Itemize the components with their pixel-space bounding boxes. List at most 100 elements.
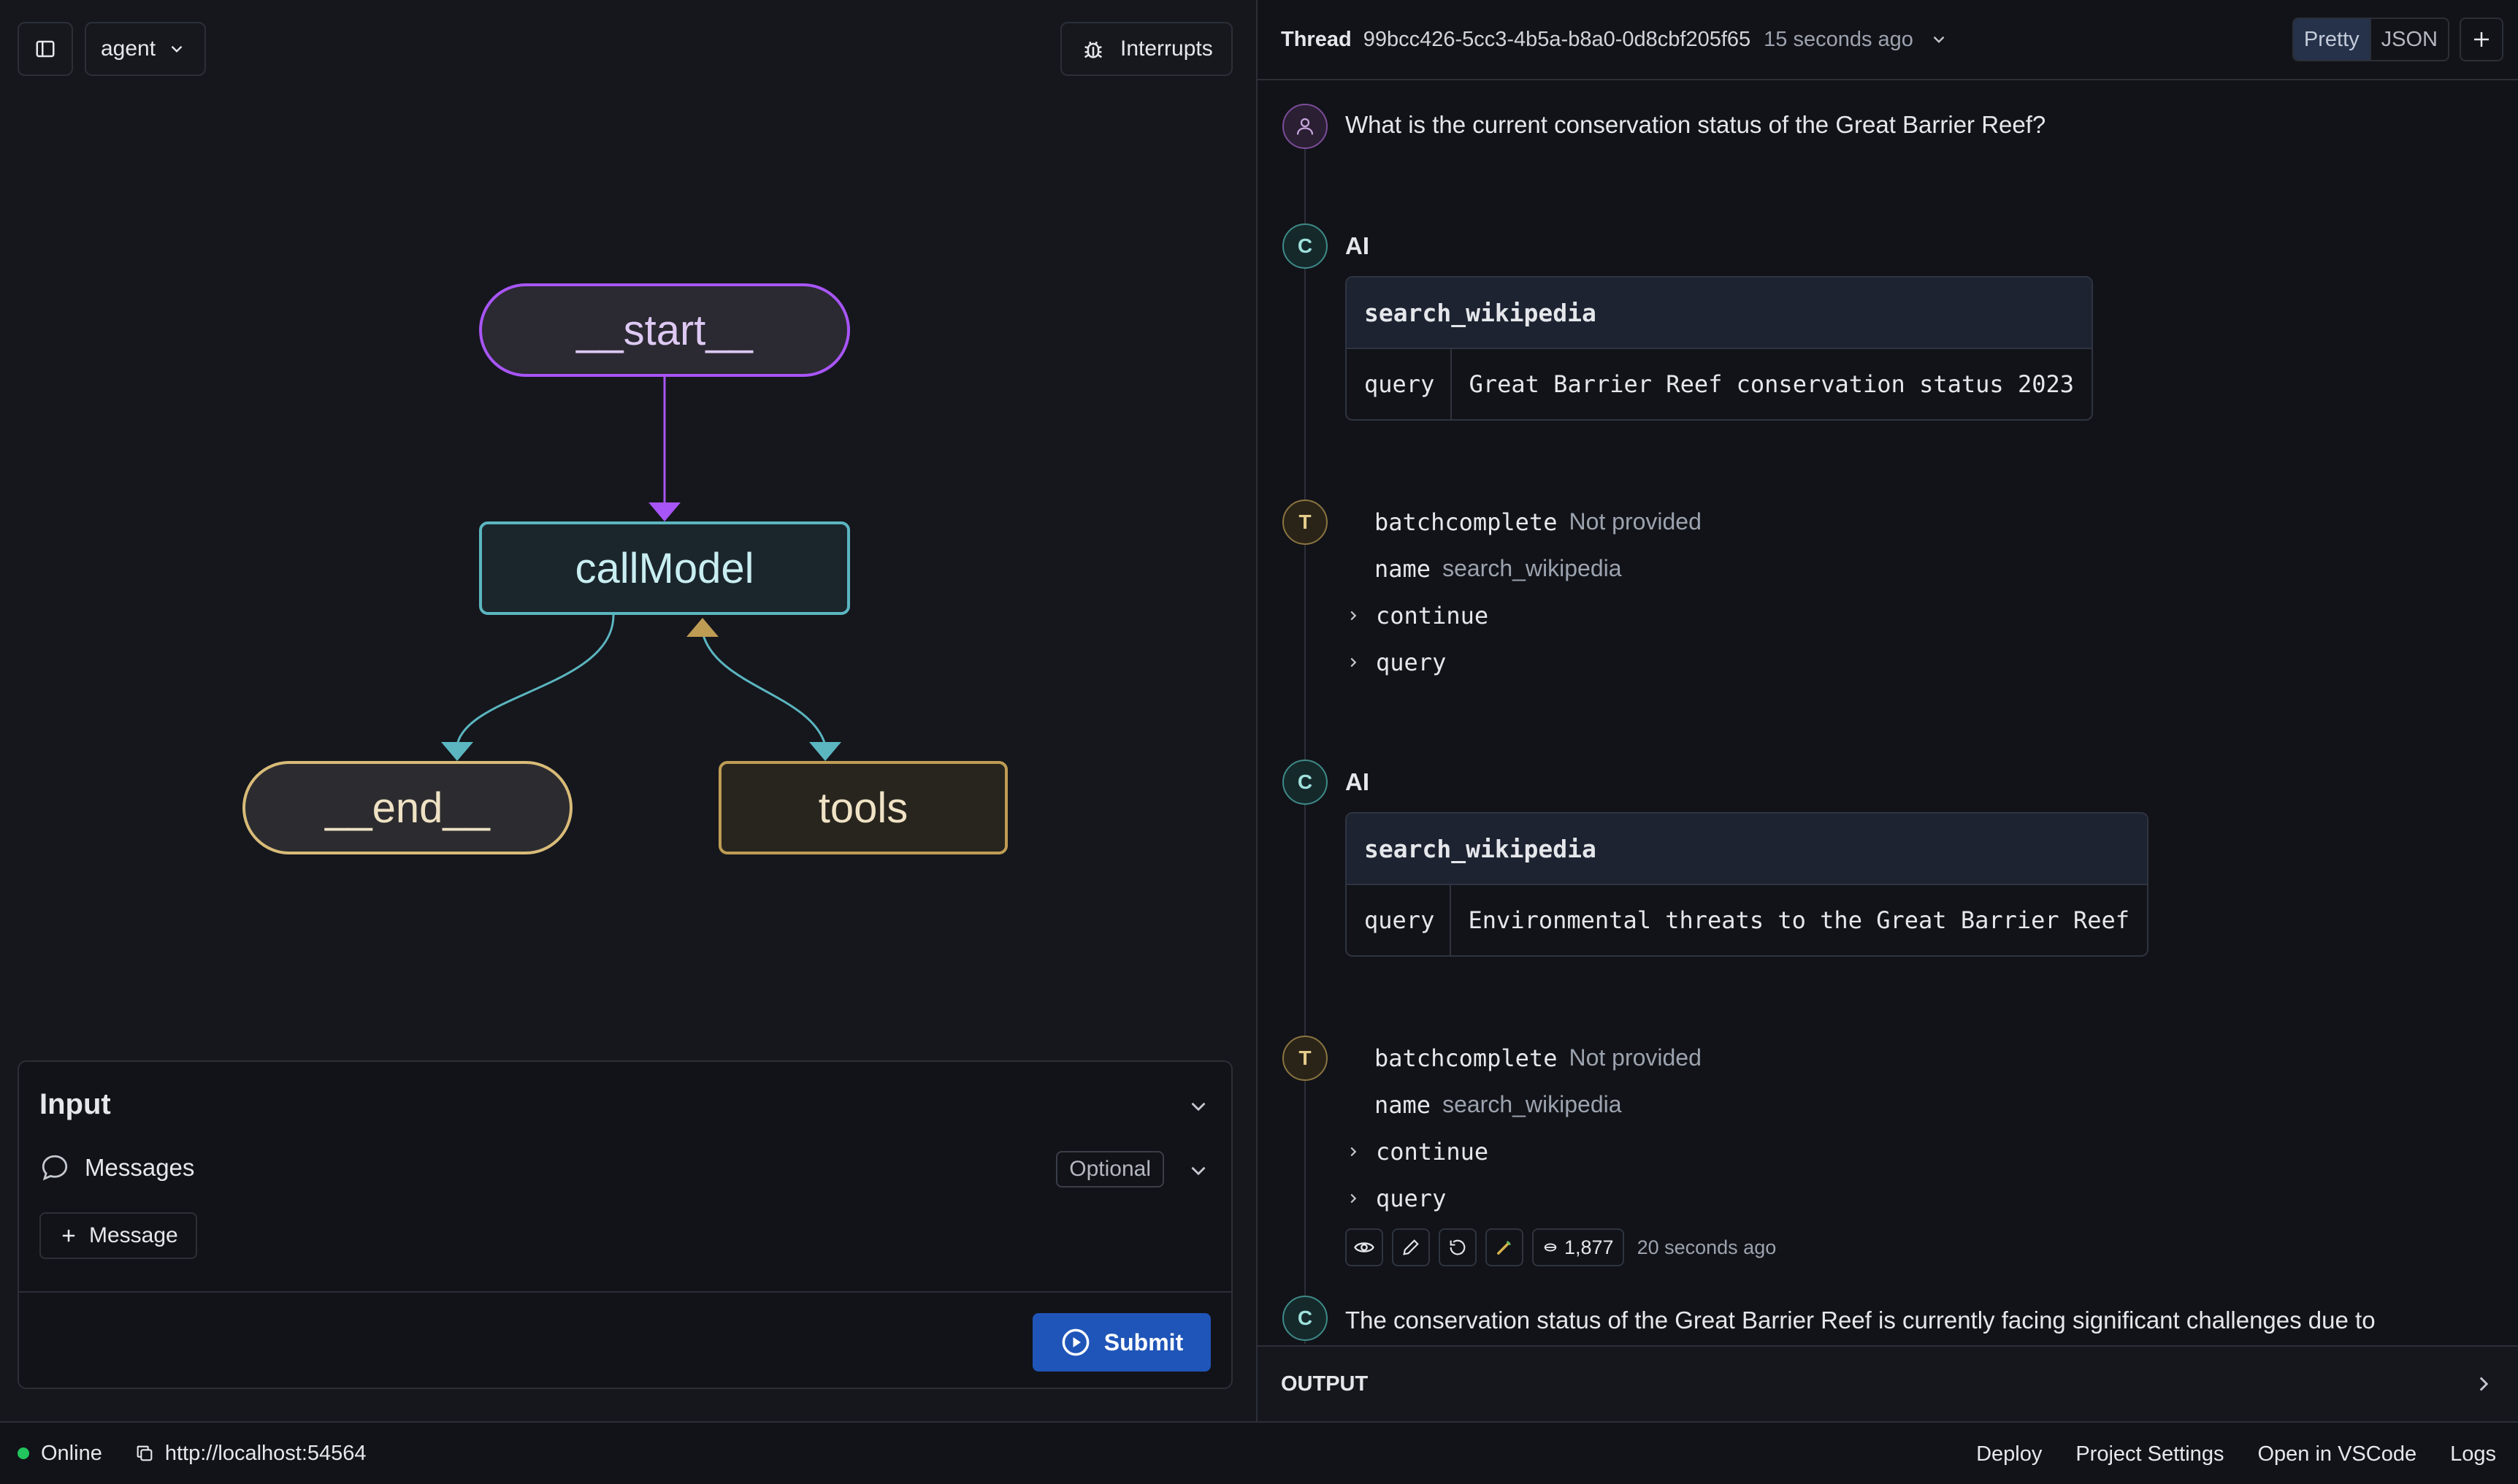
tool-call-card: search_wikipedia query Environmental thr… (1345, 812, 2148, 957)
ai-avatar: C (1282, 223, 1328, 269)
bug-icon (1084, 42, 1103, 58)
add-message-button[interactable]: Message (39, 1212, 197, 1259)
footer-links: Deploy Project Settings Open in VSCode L… (1976, 1423, 2496, 1484)
user-icon (1296, 118, 1314, 135)
expand-query[interactable]: query (1345, 649, 1446, 676)
tool-call-arg-value: Great Barrier Reef conservation status 2… (1469, 370, 2074, 398)
field-value: Not provided (1569, 1044, 1702, 1071)
sidebar-icon (36, 40, 55, 58)
timeline-line (1304, 146, 1306, 1344)
expand-query[interactable]: query (1345, 1185, 1446, 1212)
field-key: query (1376, 649, 1447, 676)
ai-final-answer: The conservation status of the Great Bar… (1345, 1307, 2376, 1334)
toggle-sidebar-button[interactable] (18, 22, 73, 76)
messages-label: Messages (85, 1154, 195, 1181)
project-settings-link[interactable]: Project Settings (2075, 1442, 2224, 1466)
edge-start-callmodel-arrow (648, 502, 681, 521)
server-url[interactable]: http://localhost:54564 (134, 1442, 367, 1466)
connection-status: Online (41, 1441, 102, 1465)
ai-avatar: C (1282, 1296, 1328, 1341)
refresh-icon (1450, 1239, 1466, 1255)
deploy-link[interactable]: Deploy (1976, 1442, 2042, 1466)
token-count-badge: 1,877 (1532, 1228, 1624, 1266)
server-url-label: http://localhost:54564 (164, 1441, 367, 1465)
thread-timestamp: 15 seconds ago (1764, 27, 1913, 51)
edge-callmodel-tools-arrow (809, 742, 841, 761)
graph-pane: agent Interrupts __start__ callModel __e… (0, 0, 1256, 1421)
field-value: search_wikipedia (1442, 555, 1622, 581)
rerun-button[interactable] (1439, 1228, 1477, 1266)
agent-select-label: agent (101, 37, 156, 61)
input-title: Input (39, 1088, 111, 1120)
graph-node-callmodel[interactable]: callModel (479, 521, 850, 615)
coins-icon (1544, 1243, 1557, 1252)
ai-avatar: C (1282, 760, 1328, 805)
debug-button[interactable] (1485, 1228, 1523, 1266)
chevron-right-icon (2479, 1377, 2489, 1391)
thread-id[interactable]: 99bcc426-5cc3-4b5a-b8a0-0d8cbf205f65 (1363, 28, 1750, 52)
plus-icon (2474, 32, 2489, 47)
view-button[interactable] (1345, 1228, 1383, 1266)
output-panel-toggle[interactable]: OUTPUT (1258, 1345, 2518, 1421)
agent-graph: __start__ callModel __end__ tools (0, 219, 1256, 876)
view-json-tab[interactable]: JSON (2369, 19, 2448, 60)
tool-call-arg-row: query Environmental threats to the Great… (1347, 885, 2147, 955)
optional-badge: Optional (1056, 1151, 1164, 1187)
thread-pane: Thread 99bcc426-5cc3-4b5a-b8a0-0d8cbf205… (1256, 0, 2518, 1421)
copy-icon (137, 1445, 153, 1461)
thread-history-chevron-icon[interactable] (1929, 30, 1948, 49)
output-label: OUTPUT (1281, 1372, 1369, 1396)
field-key: continue (1376, 1138, 1489, 1166)
field-key: name (1374, 1091, 1431, 1119)
eye-icon (1354, 1242, 1374, 1252)
tool-result-field: name search_wikipedia (1374, 1091, 1622, 1119)
ai-label: AI (1345, 768, 1369, 795)
thread-header: Thread 99bcc426-5cc3-4b5a-b8a0-0d8cbf205… (1258, 0, 2518, 80)
tool-call-arg-key: query (1347, 349, 1452, 419)
field-value: Not provided (1569, 508, 1702, 535)
interrupts-button[interactable]: Interrupts (1060, 22, 1233, 76)
tool-result-field: name search_wikipedia (1374, 555, 1622, 583)
node-label: __start__ (576, 306, 753, 354)
tool-call-card: search_wikipedia query Great Barrier Ree… (1345, 276, 2093, 421)
user-message: What is the current conservation status … (1345, 111, 2046, 138)
field-key: continue (1376, 602, 1489, 630)
interrupts-label: Interrupts (1120, 37, 1213, 61)
agent-select[interactable]: agent (85, 22, 206, 76)
chat-bubble-icon (42, 1155, 68, 1181)
messages-field-label: Messages (39, 1152, 194, 1183)
message-actions: 1,877 20 seconds ago (1345, 1228, 1776, 1266)
chevron-right-icon (1350, 611, 1357, 621)
edit-button[interactable] (1392, 1228, 1430, 1266)
tool-call-name: search_wikipedia (1347, 814, 2147, 885)
tool-avatar: T (1282, 1036, 1328, 1081)
open-in-vscode-link[interactable]: Open in VSCode (2257, 1442, 2416, 1466)
user-avatar (1282, 104, 1328, 149)
expand-continue[interactable]: continue (1345, 602, 1488, 630)
message-timestamp: 20 seconds ago (1637, 1236, 1777, 1258)
logs-link[interactable]: Logs (2450, 1442, 2496, 1466)
chevron-right-icon (1350, 657, 1357, 668)
view-mode-toggle: Pretty JSON (2292, 18, 2449, 61)
ai-label: AI (1345, 232, 1369, 259)
graph-node-tools[interactable]: tools (719, 761, 1008, 854)
input-panel: Input Messages Optional Message Submit (18, 1060, 1233, 1389)
tool-avatar: T (1282, 500, 1328, 545)
plus-icon (62, 1229, 75, 1242)
new-thread-button[interactable] (2460, 18, 2503, 61)
graph-node-start[interactable]: __start__ (479, 283, 850, 377)
field-key: name (1374, 555, 1431, 583)
play-circle-icon (1062, 1328, 1090, 1356)
expand-continue[interactable]: continue (1345, 1138, 1488, 1166)
view-pretty-tab[interactable]: Pretty (2293, 19, 2370, 60)
submit-label: Submit (1103, 1328, 1184, 1355)
field-key: query (1376, 1185, 1447, 1212)
collapse-input-chevron-icon[interactable] (1186, 1094, 1211, 1119)
submit-button[interactable]: Submit (1033, 1313, 1211, 1372)
node-label: tools (818, 784, 908, 832)
chevron-down-icon (171, 45, 183, 53)
token-count: 1,877 (1564, 1236, 1614, 1258)
tool-result-field: batchcomplete Not provided (1374, 508, 1702, 536)
messages-chevron-down-icon[interactable] (1186, 1158, 1211, 1183)
graph-node-end[interactable]: __end__ (242, 761, 573, 854)
